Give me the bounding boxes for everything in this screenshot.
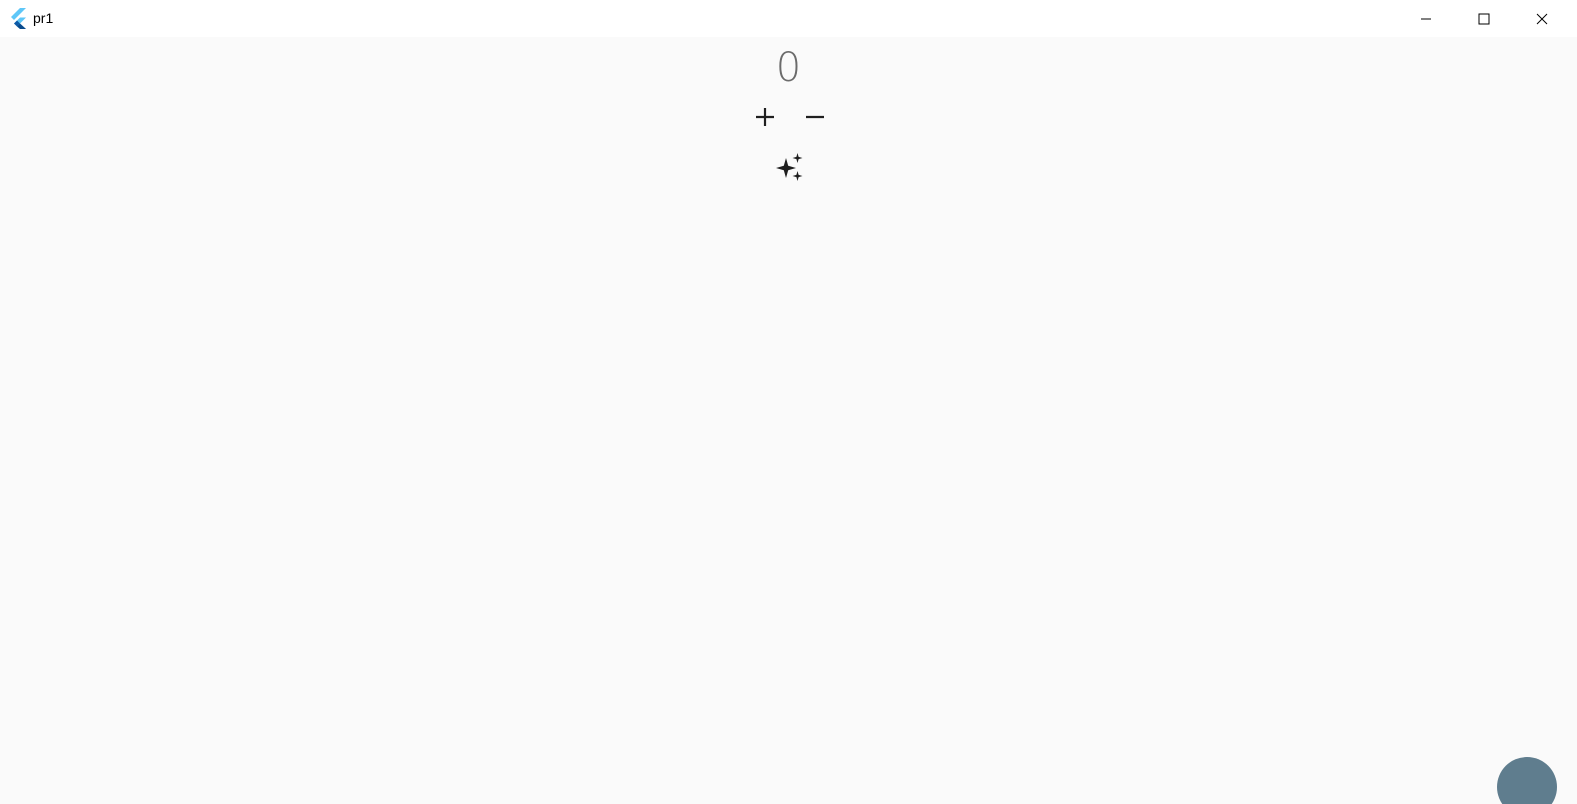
flutter-logo-icon bbox=[8, 8, 28, 29]
app-window: pr1 0 bbox=[0, 0, 1577, 804]
window-title: pr1 bbox=[33, 10, 54, 26]
title-bar[interactable]: pr1 bbox=[0, 0, 1577, 37]
minimize-button[interactable] bbox=[1397, 0, 1455, 37]
maximize-icon bbox=[1478, 13, 1490, 24]
decrement-button[interactable] bbox=[797, 99, 833, 135]
increment-button[interactable] bbox=[747, 99, 783, 135]
minus-icon bbox=[806, 115, 824, 119]
close-icon bbox=[1536, 13, 1548, 24]
counter-value: 0 bbox=[775, 45, 802, 91]
main-content: 0 bbox=[0, 37, 1577, 804]
close-button[interactable] bbox=[1513, 0, 1571, 37]
maximize-button[interactable] bbox=[1455, 0, 1513, 37]
sparkle-icon bbox=[776, 153, 803, 181]
plus-icon bbox=[756, 108, 774, 126]
sparkle-button[interactable] bbox=[772, 149, 808, 185]
minimize-icon bbox=[1421, 18, 1431, 19]
